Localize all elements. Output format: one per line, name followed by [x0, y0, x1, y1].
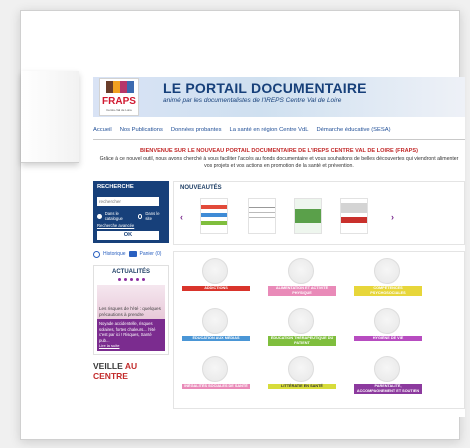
logo-text: FRAPS: [102, 96, 136, 107]
house-icon: [106, 81, 134, 93]
theme-tile[interactable]: PARENTALITÉ, ACCOMPAGNEMENT ET SOUTIEN: [354, 356, 422, 402]
theme-label: ALIMENTATION ET ACTIVITÉ PHYSIQUE: [268, 286, 336, 296]
themes-panel: ADDICTIONS ALIMENTATION ET ACTIVITÉ PHYS…: [173, 251, 465, 409]
theme-tile[interactable]: ÉDUCATION THÉRAPEUTIQUE DU PATIENT: [268, 308, 336, 354]
left-column: RECHERCHE Dans le catalogue Dans le site…: [93, 181, 169, 417]
search-title: RECHERCHE: [97, 184, 134, 190]
nav-item-accueil[interactable]: Accueil: [93, 127, 112, 133]
radio-catalogue[interactable]: [97, 213, 102, 219]
theme-tile[interactable]: ALIMENTATION ET ACTIVITÉ PHYSIQUE: [268, 258, 336, 304]
nav-divider: [93, 139, 465, 140]
search-scope: Dans le catalogue Dans le site: [97, 211, 165, 221]
nav-item-donnees[interactable]: Données probantes: [171, 127, 222, 133]
news-title: ACTUALITÉS: [112, 269, 150, 275]
parenting-icon: [374, 356, 400, 382]
addictions-icon: [202, 258, 228, 284]
food-icon: [288, 258, 314, 284]
cart-icon[interactable]: [128, 251, 137, 257]
portal-header: FRAPS Centre-Val de Loire LE PORTAIL DOC…: [93, 77, 465, 117]
main-nav: Accueil Nos Publications Données probant…: [93, 123, 465, 137]
media-icon: [202, 308, 228, 334]
theme-tile[interactable]: HYGIÈNE DE VIE: [354, 308, 422, 354]
portal-subtitle: animé par les documentalistes de l'IREPS…: [163, 97, 342, 104]
fraps-logo[interactable]: FRAPS Centre-Val de Loire: [99, 78, 139, 116]
page-curl: [21, 71, 79, 163]
theme-label: ADDICTIONS: [182, 286, 250, 291]
news-carousel-dots[interactable]: [97, 278, 165, 281]
right-column: NOUVEAUTÉS ‹ › ADDICTIONS ALIMENTATION E…: [173, 181, 465, 417]
theme-label: HYGIÈNE DE VIE: [354, 336, 422, 341]
portal-page: FRAPS Centre-Val de Loire LE PORTAIL DOC…: [93, 77, 465, 417]
patient-icon: [288, 308, 314, 334]
page-frame: FRAPS Centre-Val de Loire LE PORTAIL DOC…: [20, 10, 465, 440]
theme-label: COMPÉTENCES PSYCHOSOCIALES: [354, 286, 422, 296]
theme-tile[interactable]: LITTÉRATIE EN SANTÉ: [268, 356, 336, 402]
cover-band: [249, 212, 275, 213]
cover-band: [201, 205, 227, 209]
nouveautes-title: NOUVEAUTÉS: [180, 185, 222, 191]
logo-subtext: Centre-Val de Loire: [106, 108, 132, 112]
veille-heading: VEILLE AU CENTRE: [93, 361, 169, 381]
theme-label: INÉGALITÉS SOCIALES DE SANTÉ: [182, 384, 250, 389]
search-ok-button[interactable]: OK: [97, 231, 159, 240]
book-cover[interactable]: [200, 198, 228, 234]
news-teaser-box: Noyade accidentelle, risques solaires, f…: [97, 319, 165, 351]
carousel-dot[interactable]: [129, 278, 133, 281]
nouveautes-panel: NOUVEAUTÉS ‹ ›: [173, 181, 465, 245]
carousel-next-icon[interactable]: ›: [391, 212, 394, 222]
advanced-search-link[interactable]: Recherche avancée: [97, 223, 165, 228]
theme-label: ÉDUCATION AUX MÉDIAS: [182, 336, 250, 341]
book-cover[interactable]: [294, 198, 322, 234]
hygiene-icon: [374, 308, 400, 334]
history-icon[interactable]: [93, 250, 100, 258]
nav-item-sante-region[interactable]: La santé en région Centre VdL: [229, 127, 308, 133]
news-more-link[interactable]: Lire la suite: [99, 343, 163, 349]
cart-link[interactable]: Panier (0): [140, 251, 162, 257]
news-teaser: Noyade accidentelle, risques solaires, f…: [99, 321, 156, 343]
search-input[interactable]: [97, 197, 159, 206]
carousel-dot[interactable]: [123, 278, 127, 281]
literacy-icon: [288, 356, 314, 382]
carousel-prev-icon[interactable]: ‹: [180, 212, 183, 222]
cover-band: [201, 213, 227, 217]
carousel-dot[interactable]: [117, 278, 121, 281]
history-link[interactable]: Historique: [103, 251, 126, 257]
theme-label: ÉDUCATION THÉRAPEUTIQUE DU PATIENT: [268, 336, 336, 346]
radio-catalogue-label: Dans le catalogue: [104, 211, 123, 221]
search-panel: RECHERCHE Dans le catalogue Dans le site…: [93, 181, 169, 243]
news-image-caption: Les risques de l'été : quelques précauti…: [99, 306, 161, 317]
veille-prefix: VEILLE: [93, 360, 123, 371]
carousel-dot[interactable]: [135, 278, 139, 281]
cover-band: [341, 203, 367, 213]
cover-band: [341, 217, 367, 223]
skills-icon: [374, 258, 400, 284]
inequalities-icon: [202, 356, 228, 382]
cover-band: [249, 207, 275, 208]
cover-band: [249, 217, 275, 218]
theme-label: LITTÉRATIE EN SANTÉ: [268, 384, 336, 389]
theme-tile[interactable]: INÉGALITÉS SOCIALES DE SANTÉ: [182, 356, 250, 402]
cover-band: [295, 209, 321, 223]
welcome-title: BIENVENUE SUR LE NOUVEAU PORTAIL DOCUMEN…: [139, 148, 419, 154]
book-cover[interactable]: [340, 198, 368, 234]
cover-band: [201, 221, 227, 225]
news-image[interactable]: Les risques de l'été : quelques précauti…: [97, 285, 165, 319]
nav-item-publications[interactable]: Nos Publications: [120, 127, 163, 133]
book-cover[interactable]: [248, 198, 276, 234]
theme-label: PARENTALITÉ, ACCOMPAGNEMENT ET SOUTIEN: [354, 384, 422, 394]
portal-title: LE PORTAIL DOCUMENTAIRE: [163, 80, 367, 96]
news-panel: ACTUALITÉS Les risques de l'été : quelqu…: [93, 265, 169, 355]
tools-row: Historique Panier (0): [93, 249, 169, 259]
carousel-dot[interactable]: [141, 278, 145, 281]
theme-tile[interactable]: ÉDUCATION AUX MÉDIAS: [182, 308, 250, 354]
nav-item-sesa[interactable]: Démarche éducative (SESA): [316, 127, 390, 133]
welcome-intro: Grâce à ce nouvel outil, nous avons cher…: [99, 156, 459, 169]
theme-tile[interactable]: ADDICTIONS: [182, 258, 250, 304]
radio-site-label: Dans le site: [145, 211, 160, 221]
theme-tile[interactable]: COMPÉTENCES PSYCHOSOCIALES: [354, 258, 422, 304]
radio-site[interactable]: [137, 213, 143, 219]
